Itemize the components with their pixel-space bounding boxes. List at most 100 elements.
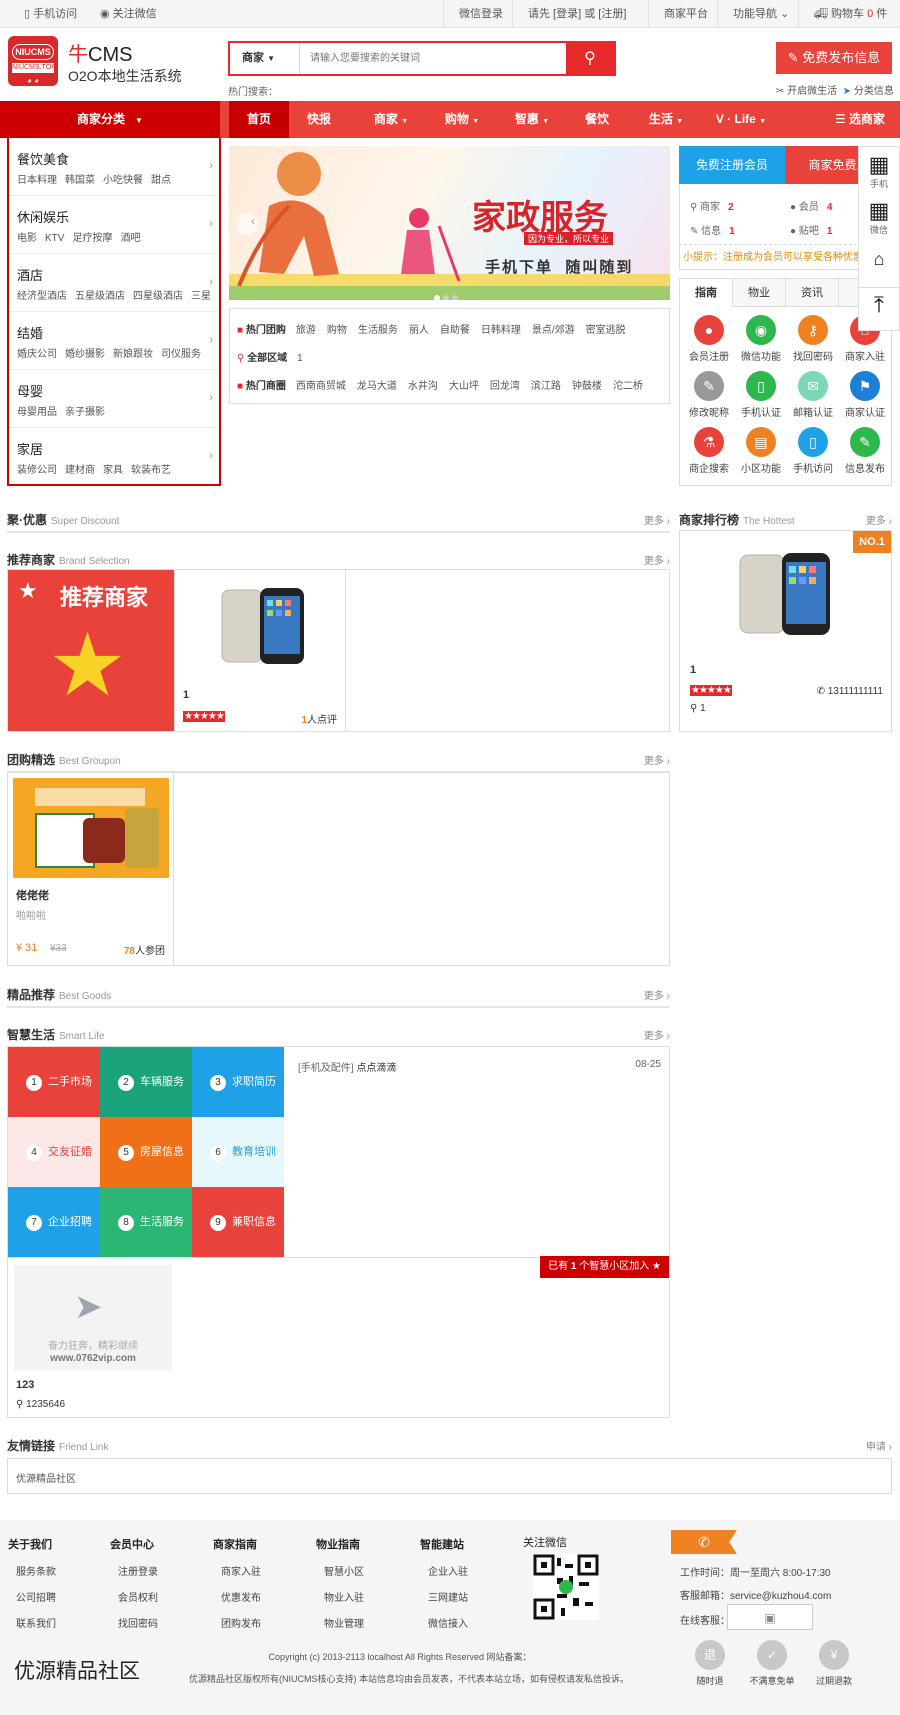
category-sub-link[interactable]: 软装布艺	[131, 465, 171, 476]
category-sub-link[interactable]: 司仪服务	[161, 349, 201, 360]
nav-choose-merchant[interactable]: ☰ 选商家	[820, 101, 900, 138]
hero-banner[interactable]: ‹ 家政服务 因为专业，所以专业 手机下单 随叫随到	[229, 146, 670, 300]
nav-merchant[interactable]: 商家 ▼	[356, 101, 426, 138]
mobile-qr-button[interactable]: ▦ 手机	[859, 153, 899, 190]
wechat-login-link[interactable]: 微信登录	[459, 0, 503, 28]
category-sub-link[interactable]: 母婴用品	[17, 407, 57, 418]
site-logo[interactable]: NIUCMS NIUCMS.TOP ◕ ◕	[8, 36, 58, 86]
category-sub-link[interactable]: 新娘跟妆	[113, 349, 153, 360]
wechat-qr-button[interactable]: ▦ 微信	[859, 199, 899, 236]
category-sub-link[interactable]: 婚庆公司	[17, 349, 57, 360]
more-link[interactable]: 更多 ›	[644, 552, 670, 567]
footer-link[interactable]: 物业管理	[316, 1615, 406, 1630]
guide-item[interactable]: ▯ 手机认证	[736, 371, 786, 419]
guide-item[interactable]: ● 会员注册	[684, 315, 734, 363]
smart-life-tile[interactable]: 1 二手市场	[8, 1047, 100, 1117]
category-sub-link[interactable]: 装修公司	[17, 465, 57, 476]
nav-home[interactable]: 首页	[229, 101, 289, 138]
back-to-top-icon[interactable]: ⤒	[859, 287, 899, 318]
nav-smart[interactable]: 智惠 ▼	[497, 101, 567, 138]
nav-dining[interactable]: 餐饮	[567, 101, 627, 138]
guide-item[interactable]: ▤ 小区功能	[736, 427, 786, 475]
banner-prev-icon[interactable]: ‹	[251, 214, 255, 228]
hot-groupon-link[interactable]: 自助餐	[440, 325, 470, 336]
smart-life-tile[interactable]: 8 生活服务	[100, 1187, 192, 1257]
category-sub-link[interactable]: 经济型酒店	[17, 291, 67, 302]
guide-item[interactable]: ⚑ 商家认证	[840, 371, 890, 419]
search-button[interactable]: ⚲	[566, 43, 614, 74]
more-link[interactable]: 更多 ›	[644, 512, 670, 527]
category-sub-link[interactable]: 小吃快餐	[103, 175, 143, 186]
category-item[interactable]: 酒店 经济型酒店 五星级酒店 四星级酒店 三星 ›	[9, 254, 219, 312]
category-sub-link[interactable]: 家具	[103, 465, 123, 476]
footer-link[interactable]: 优惠发布	[213, 1589, 303, 1604]
footer-link[interactable]: 注册登录	[110, 1563, 200, 1578]
guide-item[interactable]: ✎ 信息发布	[840, 427, 890, 475]
merchant-platform-link[interactable]: 商家平台	[664, 0, 708, 28]
footer-link[interactable]: 公司招聘	[8, 1589, 98, 1604]
more-link[interactable]: 更多 ›	[644, 752, 670, 767]
groupon-card[interactable]: 佬佬佬 啦啦啦 ¥ 31 ¥33 78人参团	[8, 773, 174, 965]
district-link[interactable]: 回龙湾	[490, 381, 520, 392]
apply-link[interactable]: 申请 ›	[866, 1438, 892, 1453]
banner-dots[interactable]	[434, 290, 466, 300]
category-sub-link[interactable]: 酒吧	[120, 233, 140, 244]
hot-groupon-link[interactable]: 购物	[327, 325, 347, 336]
smart-life-tile[interactable]: 7 企业招聘	[8, 1187, 100, 1257]
footer-link[interactable]: 企业入驻	[420, 1563, 510, 1578]
hot-groupon-link[interactable]: 旅游	[296, 325, 316, 336]
category-sub-link[interactable]: 五星级酒店	[75, 291, 125, 302]
guide-item[interactable]: ✎ 修改昵称	[684, 371, 734, 419]
guide-item[interactable]: ⚗ 商企搜索	[684, 427, 734, 475]
follow-wechat-link[interactable]: ◉ 关注微信	[100, 0, 157, 28]
category-sub-link[interactable]: 甜点	[151, 175, 171, 186]
smart-life-tile[interactable]: 9 兼职信息	[192, 1187, 284, 1257]
district-link[interactable]: 大山坪	[449, 381, 479, 392]
category-sub-link[interactable]: 亲子摄影	[65, 407, 105, 418]
category-sub-link[interactable]: 电影	[17, 233, 37, 244]
category-item[interactable]: 餐饮美食 日本料理 韩国菜 小吃快餐 甜点 ›	[9, 138, 219, 196]
guide-item[interactable]: ✉ 邮箱认证	[788, 371, 838, 419]
category-sub-link[interactable]: KTV	[45, 233, 64, 244]
smart-life-tile[interactable]: 5 房屋信息	[100, 1117, 192, 1187]
category-sub-link[interactable]: 婚纱摄影	[65, 349, 105, 360]
login-link[interactable]: 登录	[556, 8, 578, 20]
category-menu-button[interactable]: 商家分类 ▼	[0, 101, 220, 138]
more-link[interactable]: 更多 ›	[644, 987, 670, 1002]
guide-item[interactable]: ◉ 微信功能	[736, 315, 786, 363]
category-sub-link[interactable]: 四星级酒店	[133, 291, 183, 302]
search-input[interactable]	[302, 43, 566, 74]
footer-link[interactable]: 服务条款	[8, 1563, 98, 1578]
tab-news[interactable]: 资讯	[786, 279, 839, 307]
mobile-access-link[interactable]: ▯ 手机访问	[24, 0, 77, 28]
footer-link[interactable]: 商家入驻	[213, 1563, 303, 1578]
footer-link[interactable]: 三网建站	[420, 1589, 510, 1604]
more-link[interactable]: 更多 ›	[866, 512, 892, 527]
category-sub-link[interactable]: 建材商	[65, 465, 95, 476]
area-count-link[interactable]: 1	[297, 353, 303, 364]
hot-groupon-link[interactable]: 密室逃脱	[586, 325, 626, 336]
cart-link[interactable]: 🚚︎ 购物车 0 件	[814, 0, 887, 28]
search-type-select[interactable]: 商家 ▼	[230, 43, 300, 74]
nav-shopping[interactable]: 购物 ▼	[427, 101, 497, 138]
tab-property[interactable]: 物业	[733, 279, 786, 307]
tab-guide[interactable]: 指南	[680, 279, 733, 307]
category-sub-link[interactable]: 日本料理	[17, 175, 57, 186]
guide-item[interactable]: ▯ 手机访问	[788, 427, 838, 475]
open-wechat-link[interactable]: ✂ 开启微生活	[776, 86, 837, 97]
more-link[interactable]: 更多 ›	[644, 1027, 670, 1042]
district-link[interactable]: 西南商贸城	[296, 381, 346, 392]
category-sub-link[interactable]: 足疗按摩	[72, 233, 112, 244]
smart-life-tile[interactable]: 4 交友征婚	[8, 1117, 100, 1187]
district-link[interactable]: 沱二桥	[613, 381, 643, 392]
footer-link[interactable]: 会员权利	[110, 1589, 200, 1604]
free-post-button[interactable]: ✎ 免费发布信息	[776, 42, 892, 74]
hot-groupon-link[interactable]: 生活服务	[358, 325, 398, 336]
footer-link[interactable]: 物业入驻	[316, 1589, 406, 1604]
join-community-banner[interactable]: 已有 1 个智慧小区加入 ★	[540, 1256, 669, 1278]
category-sub-link[interactable]: 三星	[191, 291, 211, 302]
smart-life-tile[interactable]: 2 车辆服务	[100, 1047, 192, 1117]
store-icon[interactable]: ⌂	[859, 249, 899, 270]
district-link[interactable]: 滨江路	[531, 381, 561, 392]
category-info-link[interactable]: ➤ 分类信息	[843, 86, 894, 97]
